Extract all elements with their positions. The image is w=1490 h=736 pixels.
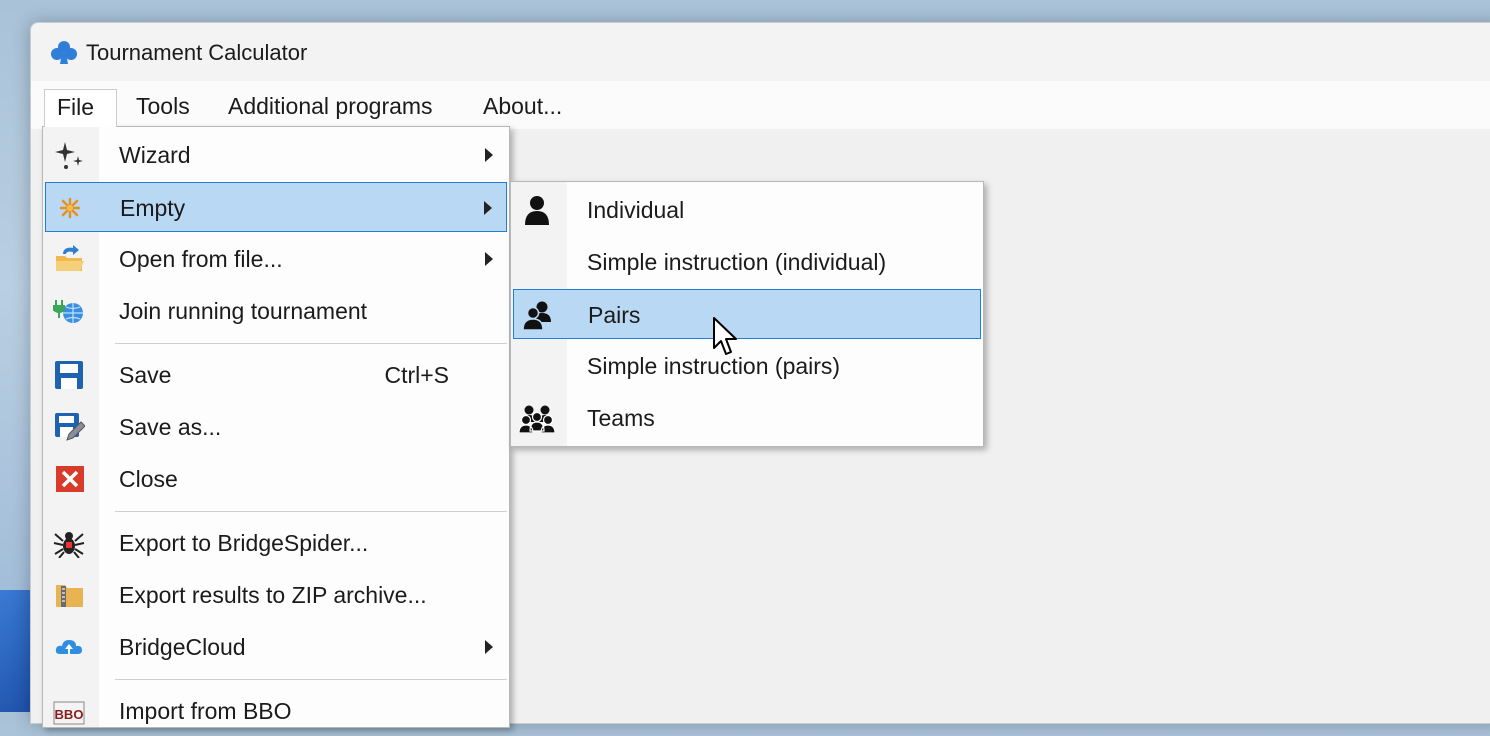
menu-item-label: Export to BridgeSpider... <box>119 530 369 556</box>
menu-item-label: Teams <box>587 405 655 431</box>
menu-item-label: BridgeCloud <box>119 634 246 660</box>
floppy-pencil-icon <box>55 413 85 441</box>
open-folder-icon <box>56 245 84 271</box>
cloud-upload-icon <box>55 640 82 654</box>
menu-item-bridgecloud[interactable]: BridgeCloud <box>45 622 507 672</box>
svg-text:BBO: BBO <box>55 707 84 722</box>
menu-item-label: Join running tournament <box>119 298 368 324</box>
menu-item-label: Individual <box>587 197 685 223</box>
menu-item-export-bridgespider[interactable]: Export to BridgeSpider... <box>45 518 507 568</box>
menu-item-label: Import from BBO <box>119 698 292 724</box>
menu-item-label: Open from file... <box>119 246 283 272</box>
menu-item-simple-instruction-pairs[interactable]: Simple instruction (pairs) <box>513 341 981 391</box>
network-plug-icon <box>53 300 83 323</box>
shortcut-label: Ctrl+S <box>384 362 449 388</box>
menu-item-join-running-tournament[interactable]: Join running tournament <box>45 286 507 336</box>
menu-item-label: Simple instruction (individual) <box>587 249 887 275</box>
menu-item-label: Wizard <box>119 142 191 168</box>
menu-item-wizard[interactable]: Wizard <box>45 130 507 180</box>
zip-archive-icon <box>56 585 83 607</box>
person-icon <box>525 196 549 225</box>
menu-bar: File Tools Additional programs About... <box>31 81 1490 129</box>
bbo-icon: BBO <box>53 701 85 725</box>
menu-item-save[interactable]: Save Ctrl+S <box>45 350 507 400</box>
menu-item-label: Empty <box>120 195 186 221</box>
menu-item-export-zip[interactable]: Export results to ZIP archive... <box>45 570 507 620</box>
menu-item-teams[interactable]: Teams <box>513 393 981 443</box>
menu-file[interactable]: File <box>44 89 117 127</box>
menu-additional-programs[interactable]: Additional programs <box>216 89 445 127</box>
menu-tools[interactable]: Tools <box>124 89 202 127</box>
menu-separator <box>115 343 507 344</box>
floppy-disk-icon <box>55 361 83 389</box>
submenu-arrow-icon <box>484 201 492 215</box>
two-people-icon <box>522 301 551 330</box>
menu-item-pairs[interactable]: Pairs <box>513 289 981 339</box>
menu-item-individual[interactable]: Individual <box>513 185 981 235</box>
star-icon <box>59 197 81 219</box>
menu-separator <box>115 679 507 680</box>
menu-item-import-bbo[interactable]: BBO Import from BBO <box>45 686 507 736</box>
sparkle-icon <box>55 142 83 169</box>
menu-item-close[interactable]: Close <box>45 454 507 504</box>
menu-item-label: Save <box>119 362 172 388</box>
menu-item-simple-instruction-individual[interactable]: Simple instruction (individual) <box>513 237 981 287</box>
submenu-arrow-icon <box>485 148 493 162</box>
menu-item-empty[interactable]: Empty <box>45 182 507 232</box>
team-icon <box>518 405 556 433</box>
window-title: Tournament Calculator <box>86 40 308 65</box>
menu-item-save-as[interactable]: Save as... <box>45 402 507 452</box>
menu-item-label: Pairs <box>588 302 641 328</box>
menu-separator <box>115 511 507 512</box>
submenu-arrow-icon <box>485 252 493 266</box>
menu-item-label: Save as... <box>119 414 222 440</box>
menu-item-label: Export results to ZIP archive... <box>119 582 427 608</box>
menu-about[interactable]: About... <box>471 89 574 127</box>
submenu-arrow-icon <box>485 640 493 654</box>
title-bar: Tournament Calculator <box>31 23 1490 81</box>
empty-submenu: Individual Simple instruction (individua… <box>510 181 984 447</box>
club-suit-icon <box>51 41 77 64</box>
file-menu: Wizard Empty Open from file... Join runn… <box>42 126 510 728</box>
menu-item-open-from-file[interactable]: Open from file... <box>45 234 507 284</box>
mouse-pointer-icon <box>713 317 737 355</box>
menu-item-label: Close <box>119 466 178 492</box>
red-x-icon <box>56 466 84 492</box>
spider-icon <box>53 532 85 558</box>
